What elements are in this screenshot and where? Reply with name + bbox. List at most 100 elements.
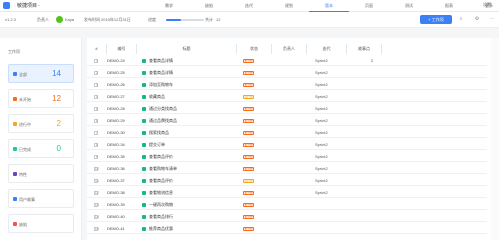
- sprint-cell[interactable]: Sprint2: [315, 68, 353, 78]
- filter-card-1[interactable]: 未开始 12: [8, 89, 74, 108]
- work-item-title[interactable]: 提交订单: [149, 140, 235, 150]
- table-row[interactable]: 6 DEMO-29 通过品牌找商品 未开始 Sprint2: [87, 116, 487, 126]
- work-item-id[interactable]: DEMO-39: [107, 200, 137, 210]
- work-item-title[interactable]: 查看购物车清单: [149, 164, 235, 174]
- tab-3[interactable]: 规划: [269, 0, 309, 12]
- settings-link[interactable]: 设置: [483, 2, 491, 8]
- work-item-title[interactable]: 推荐商品优惠: [149, 224, 235, 234]
- status-badge[interactable]: 未开始: [243, 215, 254, 219]
- work-item-title[interactable]: 通过品牌找商品: [149, 116, 235, 126]
- work-item-id[interactable]: DEMO-37: [107, 176, 137, 186]
- work-item-id[interactable]: DEMO-27: [107, 92, 137, 102]
- sprint-cell[interactable]: Sprint2: [315, 128, 353, 138]
- sprint-cell[interactable]: [315, 212, 353, 222]
- story-points-cell[interactable]: [362, 116, 382, 126]
- story-points-cell[interactable]: [362, 212, 382, 222]
- filter-card-0[interactable]: 全部 14: [8, 64, 74, 83]
- status-badge[interactable]: 未开始: [243, 227, 254, 231]
- table-row[interactable]: 9 DEMO-35 查看商品评价 未开始 Sprint2: [87, 152, 487, 162]
- work-item-title[interactable]: 查看商品排行: [149, 212, 235, 222]
- story-points-cell[interactable]: [362, 200, 382, 210]
- work-item-id[interactable]: DEMO-35: [107, 152, 137, 162]
- status-badge[interactable]: 未开始: [243, 107, 254, 111]
- tab-0[interactable]: 需求: [149, 0, 189, 12]
- story-points-cell[interactable]: [362, 80, 382, 90]
- status-badge[interactable]: 未开始: [243, 83, 254, 87]
- status-badge[interactable]: 进行中: [243, 179, 254, 183]
- filter-icon[interactable]: ⌕: [457, 15, 465, 23]
- table-row[interactable]: 3 DEMO-26 添加至购物车 未开始 Sprint2: [87, 80, 487, 90]
- work-item-id[interactable]: DEMO-36: [107, 164, 137, 174]
- tab-5[interactable]: 页面: [349, 0, 389, 12]
- vertical-scrollbar[interactable]: [491, 38, 499, 240]
- work-item-title[interactable]: 添加至购物车: [149, 80, 235, 90]
- sprint-cell[interactable]: Sprint2: [315, 80, 353, 90]
- filter-card-2[interactable]: 进行中 2: [8, 114, 74, 133]
- status-badge[interactable]: 未开始: [243, 71, 254, 75]
- work-item-title[interactable]: 搜索找商品: [149, 128, 235, 138]
- table-row[interactable]: 4 DEMO-27 收藏商品 进行中 Sprint2: [87, 92, 487, 102]
- version-selector[interactable]: v1.2.3: [5, 17, 16, 22]
- sprint-cell[interactable]: [315, 224, 353, 234]
- project-name[interactable]: 敏捷项目: [17, 2, 37, 9]
- work-item-id[interactable]: DEMO-29: [107, 116, 137, 126]
- work-item-id[interactable]: DEMO-26: [107, 80, 137, 90]
- filter-card-5[interactable]: 用户故事: [8, 189, 74, 208]
- table-row[interactable]: 1 DEMO-24 查看商品详情 未开始 Sprint2 2: [87, 56, 487, 66]
- work-item-title[interactable]: 查看物流信息: [149, 188, 235, 198]
- new-work-item-button[interactable]: + 工作项: [420, 15, 452, 24]
- story-points-cell[interactable]: [362, 92, 382, 102]
- work-item-title[interactable]: 查看商品详情: [149, 68, 235, 78]
- table-row[interactable]: 14 DEMO-40 查看商品排行 未开始: [87, 212, 487, 222]
- table-row[interactable]: 13 DEMO-39 一键再次购物 未开始: [87, 200, 487, 210]
- sprint-cell[interactable]: Sprint2: [315, 164, 353, 174]
- table-row[interactable]: 8 DEMO-34 提交订单 未开始 Sprint2: [87, 140, 487, 150]
- sprint-cell[interactable]: Sprint2: [315, 92, 353, 102]
- work-item-id[interactable]: DEMO-41: [107, 224, 137, 234]
- sprint-cell[interactable]: Sprint2: [315, 176, 353, 186]
- story-points-cell[interactable]: 2: [362, 56, 382, 66]
- work-item-title[interactable]: 收藏商品: [149, 92, 235, 102]
- work-item-id[interactable]: DEMO-30: [107, 128, 137, 138]
- chevron-down-icon[interactable]: ⌄: [37, 2, 40, 7]
- work-item-title[interactable]: 查看商品详情: [149, 56, 235, 66]
- story-points-cell[interactable]: [362, 140, 382, 150]
- sprint-cell[interactable]: Sprint2: [315, 152, 353, 162]
- more-icon[interactable]: ⋯: [488, 15, 496, 23]
- status-badge[interactable]: 未开始: [243, 119, 254, 123]
- table-row[interactable]: 2 DEMO-25 查看商品详情 未开始 Sprint2: [87, 68, 487, 78]
- tab-1[interactable]: 缺陷: [189, 0, 229, 12]
- status-badge[interactable]: 未开始: [243, 131, 254, 135]
- status-badge[interactable]: 未开始: [243, 143, 254, 147]
- story-points-cell[interactable]: [362, 152, 382, 162]
- work-item-title[interactable]: 通过分类找商品: [149, 104, 235, 114]
- sprint-cell[interactable]: Sprint2: [315, 104, 353, 114]
- status-badge[interactable]: 未开始: [243, 59, 254, 63]
- work-item-title[interactable]: 一键再次购物: [149, 200, 235, 210]
- status-badge[interactable]: 未开始: [243, 191, 254, 195]
- tab-2[interactable]: 迭代: [229, 0, 269, 12]
- sprint-cell[interactable]: Sprint2: [315, 56, 353, 66]
- tab-6[interactable]: 测试: [389, 0, 429, 12]
- sprint-cell[interactable]: Sprint2: [315, 116, 353, 126]
- status-badge[interactable]: 未开始: [243, 155, 254, 159]
- table-row[interactable]: 15 DEMO-41 推荐商品优惠 未开始: [87, 224, 487, 234]
- status-badge[interactable]: 未开始: [243, 203, 254, 207]
- table-row[interactable]: 5 DEMO-28 通过分类找商品 未开始 Sprint2: [87, 104, 487, 114]
- sprint-cell[interactable]: Sprint2: [315, 188, 353, 198]
- status-badge[interactable]: 未开始: [243, 167, 254, 171]
- story-points-cell[interactable]: [362, 68, 382, 78]
- work-item-id[interactable]: DEMO-34: [107, 140, 137, 150]
- settings-icon[interactable]: ⚙: [473, 15, 481, 23]
- table-row[interactable]: 12 DEMO-38 查看物流信息 未开始 Sprint2: [87, 188, 487, 198]
- story-points-cell[interactable]: [362, 224, 382, 234]
- sprint-cell[interactable]: Sprint2: [315, 140, 353, 150]
- tab-7[interactable]: 报表: [429, 0, 469, 12]
- work-item-id[interactable]: DEMO-38: [107, 188, 137, 198]
- story-points-cell[interactable]: [362, 176, 382, 186]
- table-row[interactable]: 10 DEMO-36 查看购物车清单 未开始 Sprint2: [87, 164, 487, 174]
- filter-card-3[interactable]: 已完成 0: [8, 139, 74, 158]
- filter-card-6[interactable]: 缺陷: [8, 214, 74, 233]
- work-item-id[interactable]: DEMO-24: [107, 56, 137, 66]
- story-points-cell[interactable]: [362, 128, 382, 138]
